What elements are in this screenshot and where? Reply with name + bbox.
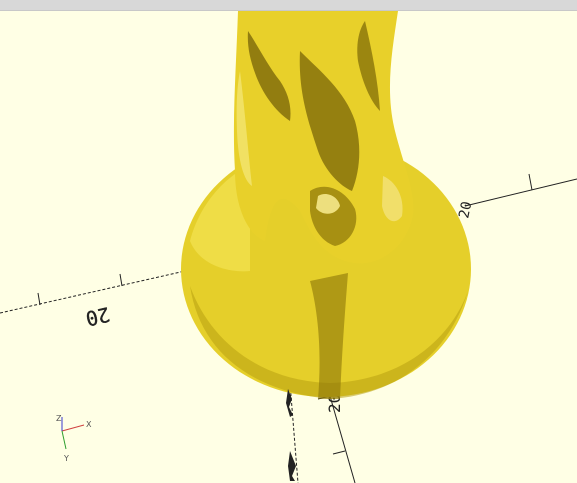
gizmo-label-x: X bbox=[86, 420, 92, 429]
window-top-strip bbox=[0, 0, 577, 11]
gizmo-label-y: Y bbox=[63, 454, 69, 463]
3d-viewport[interactable]: 20 20 20 X Z Y bbox=[0, 11, 577, 483]
viewport-canvas[interactable]: 20 20 20 X Z Y bbox=[0, 11, 577, 483]
gizmo-label-z: Z bbox=[56, 414, 62, 423]
